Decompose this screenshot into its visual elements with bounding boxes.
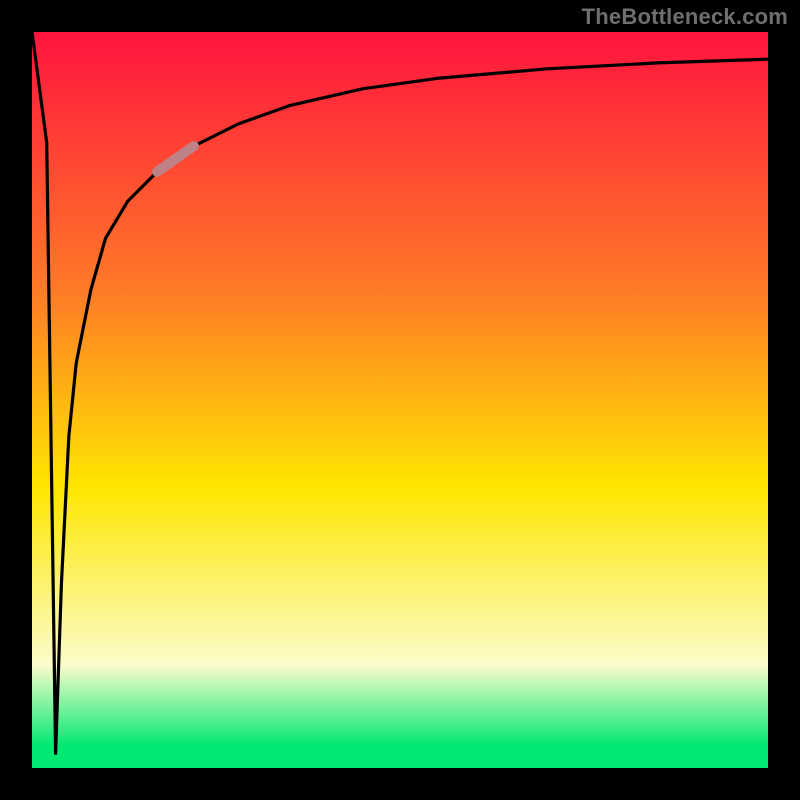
watermark-label: TheBottleneck.com bbox=[582, 4, 788, 30]
chart-svg bbox=[0, 0, 800, 800]
chart-frame: TheBottleneck.com bbox=[0, 0, 800, 800]
plot-background bbox=[32, 32, 768, 768]
